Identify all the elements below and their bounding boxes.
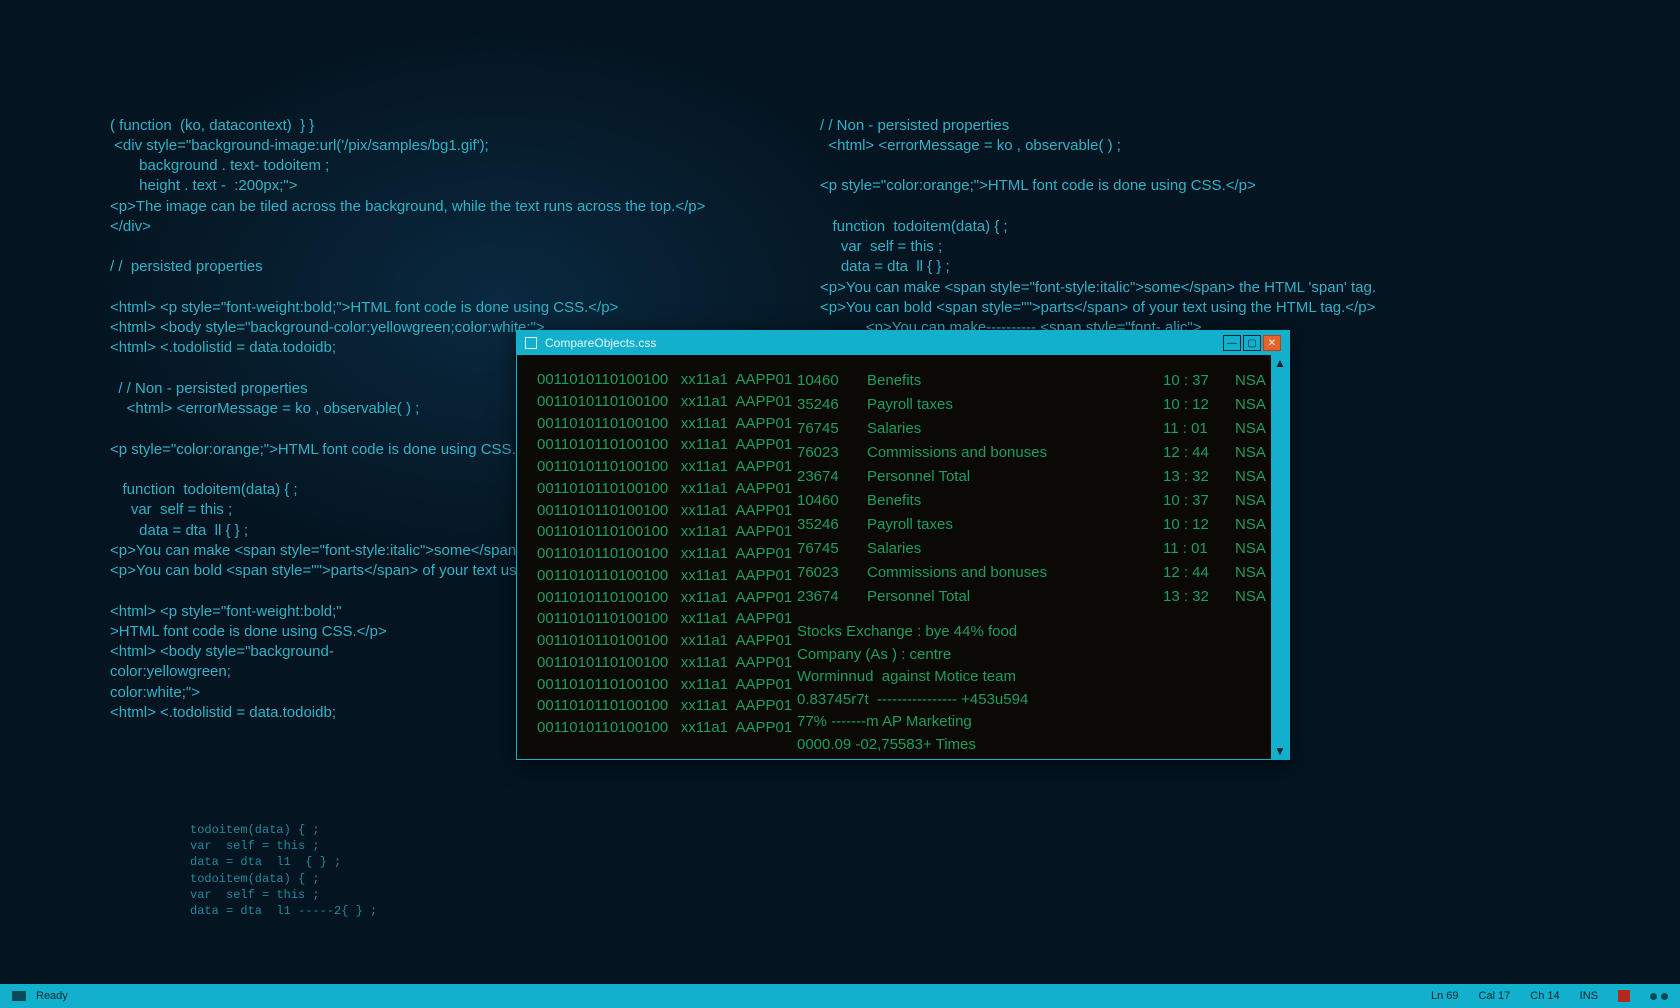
window-title: CompareObjects.css <box>545 336 656 350</box>
data-column-records: 10460Benefits10 : 37NSA35246Payroll taxe… <box>797 369 1281 745</box>
minimize-button[interactable]: — <box>1223 335 1241 351</box>
table-row: 35246Payroll taxes10 : 12NSA <box>797 393 1275 417</box>
table-row: 23674Personnel Total13 : 32NSA <box>797 585 1275 609</box>
scroll-down-icon[interactable]: ▼ <box>1274 745 1286 757</box>
status-error-indicator <box>1618 990 1630 1002</box>
window-titlebar[interactable]: CompareObjects.css — ▢ ✕ <box>517 331 1289 355</box>
table-row: 10460Benefits10 : 37NSA <box>797 489 1275 513</box>
table-row: 76023Commissions and bonuses12 : 44NSA <box>797 561 1275 585</box>
status-col: Cal 17 <box>1479 990 1511 1002</box>
vertical-scrollbar[interactable]: ▲ ▼ <box>1271 355 1289 759</box>
status-ready: Ready <box>36 990 68 1002</box>
window-icon <box>525 337 537 349</box>
table-row: 76745Salaries11 : 01NSA <box>797 417 1275 441</box>
status-indicator-box <box>12 991 26 1001</box>
close-button[interactable]: ✕ <box>1263 335 1281 351</box>
compare-objects-window: CompareObjects.css — ▢ ✕ 001101011010010… <box>516 330 1290 760</box>
table-row: 76745Salaries11 : 01NSA <box>797 537 1275 561</box>
status-bar: Ready Ln 69 Cal 17 Ch 14 INS <box>0 984 1680 1008</box>
maximize-button[interactable]: ▢ <box>1243 335 1261 351</box>
status-char: Ch 14 <box>1530 990 1559 1002</box>
status-line: Ln 69 <box>1431 990 1459 1002</box>
table-row: 35246Payroll taxes10 : 12NSA <box>797 513 1275 537</box>
scroll-up-icon[interactable]: ▲ <box>1274 357 1286 369</box>
data-column-binary: 0011010110100100 xx11a1 AAPP01 001101011… <box>537 369 797 745</box>
status-dots <box>1650 993 1668 1000</box>
table-row: 23674Personnel Total13 : 32NSA <box>797 465 1275 489</box>
table-row: 10460Benefits10 : 37NSA <box>797 369 1275 393</box>
table-row: 76023Commissions and bonuses12 : 44NSA <box>797 441 1275 465</box>
status-insert: INS <box>1580 990 1598 1002</box>
